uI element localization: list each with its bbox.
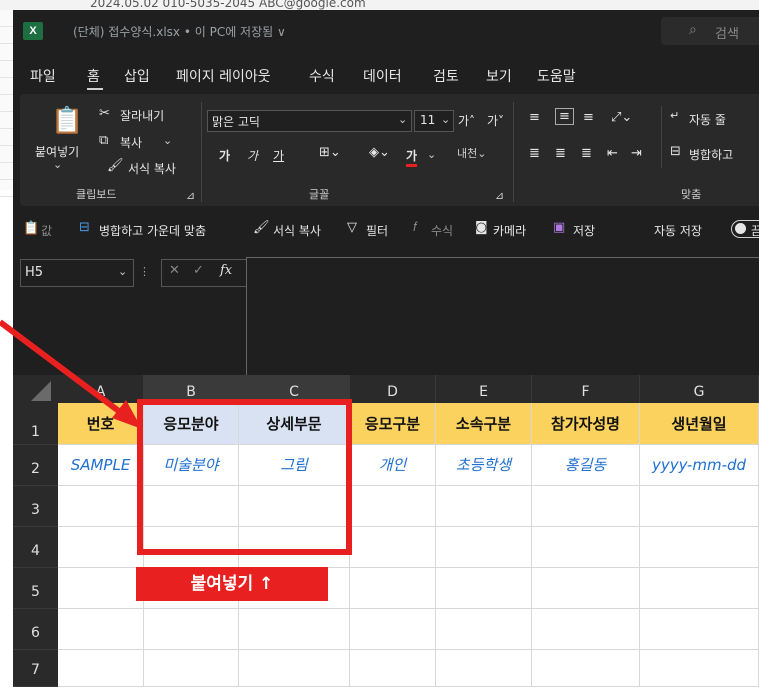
annotation-highlight-box: [137, 399, 352, 555]
annotation-paste-label: 붙여넣기 ↑: [136, 567, 328, 601]
annotation-arrow: [0, 319, 142, 429]
